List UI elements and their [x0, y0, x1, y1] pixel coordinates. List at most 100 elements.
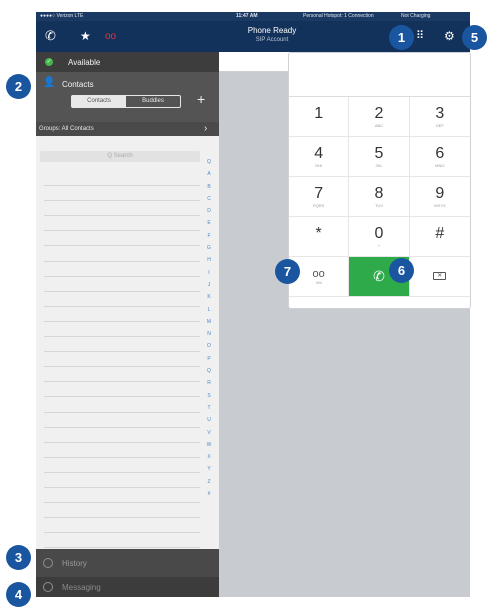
- alphabet-letter[interactable]: S: [205, 390, 213, 402]
- callout-5: 5: [462, 25, 487, 50]
- tab-messaging[interactable]: Messaging: [36, 577, 219, 597]
- list-item[interactable]: [44, 503, 200, 519]
- alphabet-letter[interactable]: #: [205, 488, 213, 500]
- alphabet-index[interactable]: Q A B C D E F G H I J K L M N O P Q R S T U V W X Y Z #: [205, 156, 213, 500]
- alphabet-letter[interactable]: X: [205, 451, 213, 463]
- alphabet-letter[interactable]: J: [205, 279, 213, 291]
- callout-3: 3: [6, 545, 31, 570]
- alphabet-letter[interactable]: F: [205, 230, 213, 242]
- dial-number-display[interactable]: [289, 53, 470, 97]
- alphabet-letter[interactable]: W: [205, 439, 213, 451]
- list-item[interactable]: [44, 201, 200, 217]
- list-item[interactable]: [44, 277, 200, 292]
- alphabet-letter[interactable]: D: [205, 205, 213, 217]
- list-item[interactable]: [44, 292, 200, 307]
- phone-status-title: Phone Ready: [247, 26, 297, 35]
- list-item[interactable]: [44, 397, 200, 413]
- list-item[interactable]: [44, 186, 200, 202]
- account-subtitle: SIP Account: [255, 37, 289, 43]
- gear-icon[interactable]: ⚙: [444, 28, 455, 44]
- groups-label: Groups: All Contacts: [39, 126, 94, 132]
- list-item[interactable]: [44, 231, 200, 247]
- dial-key[interactable]: 1: [289, 97, 350, 137]
- list-item[interactable]: [44, 216, 200, 232]
- list-item[interactable]: [44, 533, 200, 549]
- alphabet-letter[interactable]: Q: [205, 365, 213, 377]
- phone-icon[interactable]: ✆: [45, 28, 56, 44]
- list-item[interactable]: [44, 488, 200, 504]
- dialpad-popover: 1 2 ABC 3 DEF 4 GHI 5 JKL 6 MNO 7 PQRS 8 TUV 9 WXYZ * 0 + # …: [288, 52, 471, 309]
- alphabet-letter[interactable]: Z: [205, 476, 213, 488]
- list-item[interactable]: [44, 262, 200, 277]
- alphabet-letter[interactable]: N: [205, 328, 213, 340]
- alphabet-letter[interactable]: M: [205, 316, 213, 328]
- alphabet-letter[interactable]: P: [205, 353, 213, 365]
- dial-key-letters: TUV: [374, 203, 383, 208]
- list-item[interactable]: [44, 473, 200, 488]
- add-contact-button[interactable]: +: [197, 91, 205, 107]
- alphabet-letter[interactable]: T: [205, 402, 213, 414]
- dial-key[interactable]: 8 TUV: [349, 177, 410, 217]
- voicemail-icon[interactable]: ᴏᴏ: [105, 29, 116, 45]
- dial-key[interactable]: 2 ABC: [349, 97, 410, 137]
- list-item[interactable]: [44, 458, 200, 473]
- contacts-title: Contacts: [62, 80, 94, 89]
- dial-key[interactable]: #: [409, 217, 470, 257]
- dial-key-number: #: [435, 225, 445, 242]
- alphabet-letter[interactable]: E: [205, 217, 213, 229]
- list-item[interactable]: [44, 246, 200, 262]
- dial-key-letters: JKL: [375, 163, 383, 168]
- alphabet-letter[interactable]: Y: [205, 463, 213, 475]
- presence-status[interactable]: ✓ Available: [36, 52, 219, 72]
- backspace-button[interactable]: ✕: [409, 257, 470, 297]
- alphabet-letter[interactable]: K: [205, 291, 213, 303]
- dial-key-number: 5: [374, 145, 384, 162]
- alphabet-letter[interactable]: C: [205, 193, 213, 205]
- alphabet-letter[interactable]: L: [205, 304, 213, 316]
- search-input[interactable]: Q Search: [40, 151, 200, 162]
- alphabet-letter[interactable]: Q: [205, 156, 213, 168]
- list-item[interactable]: [44, 382, 200, 398]
- alphabet-letter[interactable]: G: [205, 242, 213, 254]
- clock: 11:47 AM: [236, 13, 258, 19]
- tab-history[interactable]: History: [36, 549, 219, 577]
- list-item[interactable]: [44, 352, 200, 368]
- dial-key[interactable]: 0 +: [349, 217, 410, 257]
- dial-key[interactable]: 9 WXYZ: [409, 177, 470, 217]
- alphabet-letter[interactable]: I: [205, 267, 213, 279]
- list-item[interactable]: [44, 322, 200, 338]
- dialpad-icon[interactable]: ⠿: [416, 28, 424, 44]
- list-item[interactable]: [44, 171, 200, 187]
- list-item[interactable]: [44, 307, 200, 322]
- star-icon[interactable]: ★: [80, 28, 91, 44]
- list-item[interactable]: [44, 367, 200, 383]
- alphabet-letter[interactable]: A: [205, 168, 213, 180]
- alphabet-letter[interactable]: U: [205, 414, 213, 426]
- check-icon: ✓: [45, 58, 53, 66]
- list-item[interactable]: [44, 518, 200, 534]
- list-item[interactable]: [44, 443, 200, 458]
- list-item[interactable]: [44, 428, 200, 443]
- dial-key[interactable]: 6 MNO: [409, 137, 470, 177]
- dial-key-number: 1: [314, 105, 324, 122]
- dial-key[interactable]: 4 GHI: [289, 137, 350, 177]
- dial-key-number: 8: [374, 185, 384, 202]
- groups-selector[interactable]: Groups: All Contacts ›: [36, 122, 219, 136]
- dial-key[interactable]: 7 PQRS: [289, 177, 350, 217]
- dial-key[interactable]: 5 JKL: [349, 137, 410, 177]
- chevron-right-icon: ›: [204, 123, 208, 134]
- alphabet-letter[interactable]: V: [205, 427, 213, 439]
- segment-contacts[interactable]: Contacts: [72, 96, 126, 107]
- dial-key[interactable]: 3 DEF: [409, 97, 470, 137]
- dial-key[interactable]: *: [289, 217, 350, 257]
- contact-list: [44, 171, 200, 551]
- dial-key-number: 3: [435, 105, 445, 122]
- list-item[interactable]: [44, 337, 200, 353]
- carrier-label: ●●●●○ Verizon LTE: [40, 13, 84, 19]
- alphabet-letter[interactable]: O: [205, 340, 213, 352]
- alphabet-letter[interactable]: H: [205, 254, 213, 266]
- segment-buddies[interactable]: Buddies: [126, 96, 180, 107]
- alphabet-letter[interactable]: B: [205, 181, 213, 193]
- list-item[interactable]: [44, 413, 200, 428]
- alphabet-letter[interactable]: R: [205, 377, 213, 389]
